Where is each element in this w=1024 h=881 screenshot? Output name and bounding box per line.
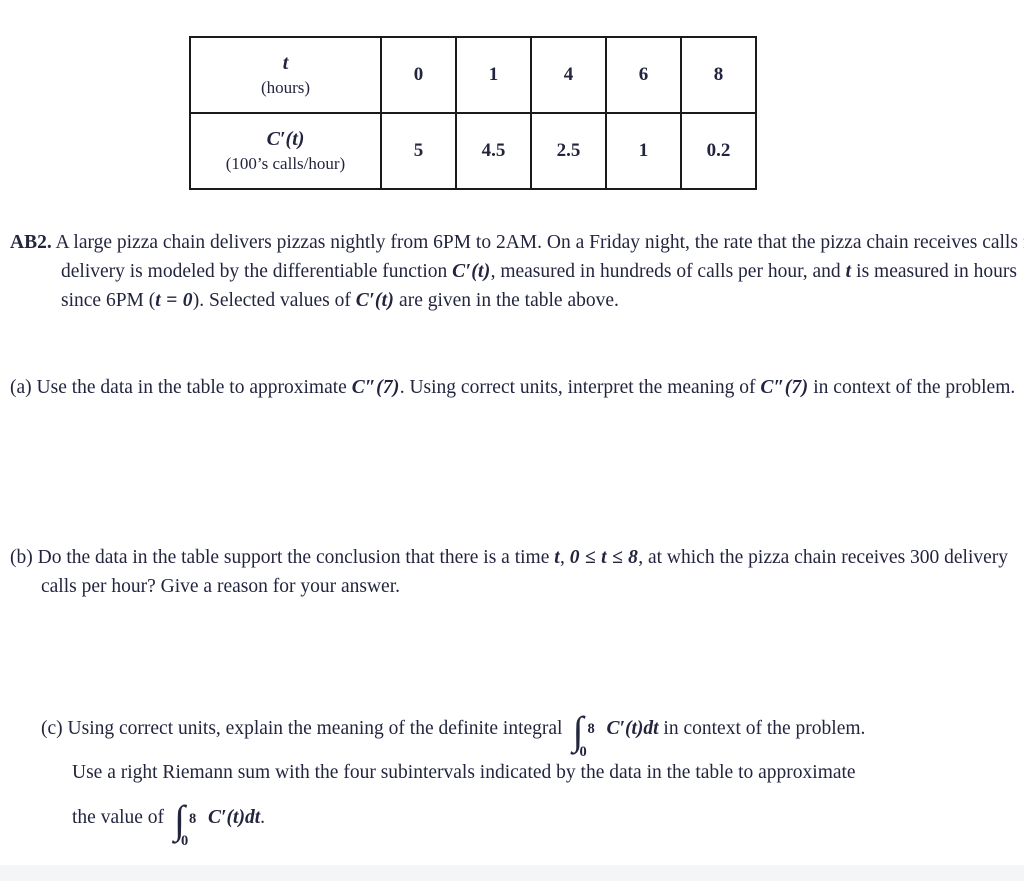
stem-text-6: ). Selected values of (192, 290, 356, 311)
row-label-c-prime-units: (100’s calls/hour) (225, 154, 346, 174)
stem-text-7: are (394, 290, 423, 311)
stem-function-2: C′(t) (355, 290, 395, 311)
part-c-line-3: the value of ∫ 8 0 C′(t)dt. (72, 800, 1024, 849)
table-row-t: t (hours) 0 1 4 6 8 (189, 36, 757, 114)
integral-upper-limit-1: 8 (587, 721, 595, 738)
table-cell-c-0: 5 (380, 112, 457, 190)
part-a-text-4: in context of the problem. (813, 377, 1016, 398)
table-row-c-prime: C′(t) (100’s calls/hour) 5 4.5 2.5 1 0.2 (189, 112, 757, 190)
table-cell-t-4: 8 (680, 36, 757, 114)
problem-stem: AB2. A large pizza chain delivers pizzas… (10, 228, 1024, 315)
row-label-c-prime-symbol: C′(t) (266, 127, 305, 150)
integral-expression-2: ∫ 8 0 (170, 800, 200, 849)
integrand-2: C′(t)dt (208, 807, 261, 829)
integral-expression-1: ∫ 8 0 (568, 710, 598, 759)
table-cell-t-1: 1 (455, 36, 532, 114)
row-label-c-prime: C′(t) (100’s calls/hour) (189, 112, 382, 190)
part-c-line-1: (c) Using correct units, explain the mea… (41, 710, 1024, 759)
part-a: (a) Use the data in the table to approxi… (10, 373, 1024, 402)
row-label-t: t (hours) (189, 36, 382, 114)
part-c-label: (c) (41, 718, 63, 739)
data-table-container: t (hours) 0 1 4 6 8 C′(t) (100’s calls/h… (189, 36, 757, 190)
part-c: (c) Using correct units, explain the mea… (10, 710, 1024, 849)
table-cell-t-3: 6 (605, 36, 682, 114)
stem-text-1: A large pizza chain delivers pizzas nigh… (51, 232, 862, 253)
part-c-text-4: the value of (72, 807, 165, 829)
part-c-text-2: in context of the problem. (658, 718, 866, 739)
stem-text-4: of calls per hour, and (676, 261, 846, 282)
integral-lower-limit-2: 0 (181, 833, 189, 850)
part-b: (b) Do the data in the table support the… (10, 543, 1024, 601)
part-b-label: (b) (10, 547, 33, 568)
problem-number: AB2. (10, 232, 52, 253)
row-label-t-symbol: t (282, 51, 289, 74)
page-bottom-strip (0, 865, 1024, 881)
part-a-label: (a) (10, 377, 32, 398)
table-cell-c-2: 2.5 (530, 112, 607, 190)
part-a-math-2: C″(7) (760, 377, 809, 398)
stem-text-3: , measured in hundreds (490, 261, 672, 282)
part-c-line-2: Use a right Riemann sum with the four su… (72, 762, 856, 784)
integral-upper-limit-2: 8 (189, 810, 197, 827)
table-cell-t-2: 4 (530, 36, 607, 114)
part-b-text-1: Do the data in the table support the con… (32, 547, 555, 568)
part-a-text-1: Use the data in the table to approximate (31, 377, 352, 398)
stem-function-1: C′(t) (452, 261, 491, 282)
integrand-1: C′(t)dt (606, 718, 659, 739)
part-b-text-3: , at which the (638, 547, 744, 568)
part-b-text-2: , (559, 547, 570, 568)
stem-text-8: given in the table above. (427, 290, 619, 311)
part-c-text-1: Using correct units, explain the meaning… (62, 718, 563, 739)
table-cell-c-1: 4.5 (455, 112, 532, 190)
row-label-t-units: (hours) (260, 78, 311, 98)
part-b-math-2: 0 ≤ t ≤ 8 (569, 547, 639, 568)
part-a-text-2: . Using correct units, interpret the mea… (399, 377, 761, 398)
table-cell-c-4: 0.2 (680, 112, 757, 190)
table-cell-t-0: 0 (380, 36, 457, 114)
integral-lower-limit-1: 0 (579, 743, 587, 760)
worksheet-page: t (hours) 0 1 4 6 8 C′(t) (100’s calls/h… (0, 0, 1024, 881)
stem-equation-t0: t = 0 (155, 290, 193, 311)
table-cell-c-3: 1 (605, 112, 682, 190)
part-c-text-5: . (260, 807, 265, 829)
data-table: t (hours) 0 1 4 6 8 C′(t) (100’s calls/h… (189, 36, 757, 190)
part-a-math-1: C″(7) (351, 377, 400, 398)
